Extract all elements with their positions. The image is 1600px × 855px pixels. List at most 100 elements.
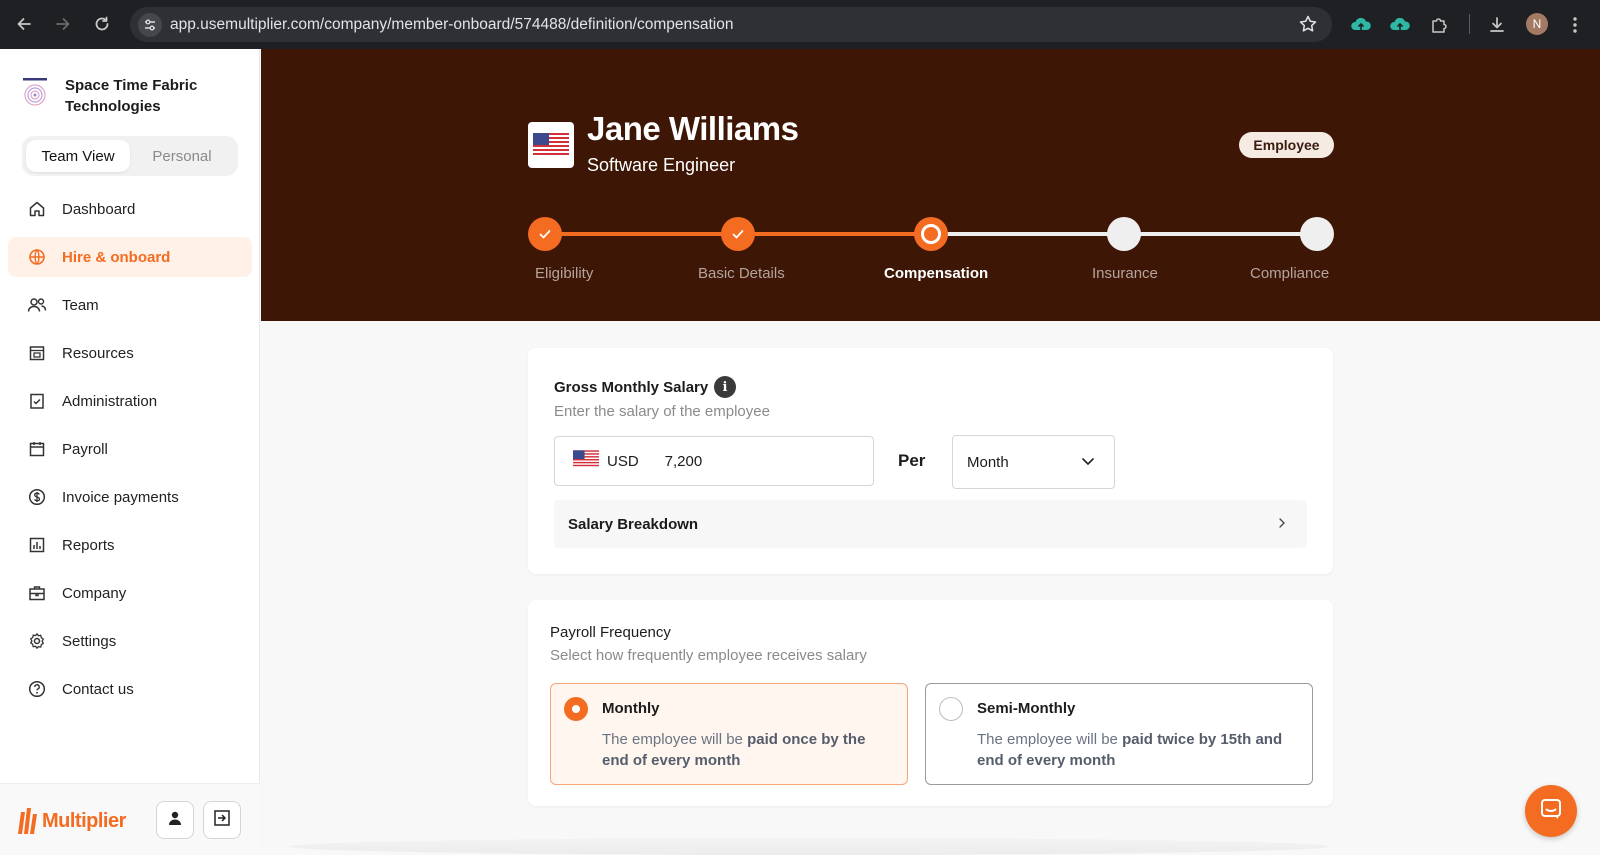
chat-icon [1539, 797, 1563, 826]
address-bar[interactable]: app.usemultiplier.com/company/member-onb… [130, 7, 1332, 42]
step-compliance-dot [1300, 217, 1334, 251]
reload-icon[interactable] [90, 12, 114, 36]
sidebar-item-label: Team [62, 296, 99, 314]
sidebar-item-hire-onboard[interactable]: Hire & onboard [8, 237, 252, 277]
step-label-basic-details[interactable]: Basic Details [698, 265, 785, 282]
user-icon [167, 810, 183, 831]
sidebar-item-invoice-payments[interactable]: Invoice payments [8, 477, 252, 517]
logout-button[interactable] [203, 801, 241, 839]
chart-icon [26, 534, 48, 556]
gear-icon [26, 630, 48, 652]
back-icon[interactable] [12, 12, 36, 36]
payroll-subtitle: Select how frequently employee receives … [550, 647, 867, 664]
salary-period-value: Month [967, 453, 1009, 471]
sidebar-item-label: Payroll [62, 440, 108, 458]
step-basic-details-check-icon[interactable] [721, 217, 755, 251]
onboarding-stepper: Eligibility Basic Details Compensation I… [528, 217, 1334, 287]
salary-subtitle: Enter the salary of the employee [554, 403, 770, 420]
option-description: The employee will be paid twice by 15th … [977, 731, 1283, 769]
profile-avatar[interactable]: N [1526, 13, 1548, 35]
home-icon [26, 198, 48, 220]
team-view-tab[interactable]: Team View [26, 140, 130, 172]
sidebar-item-label: Settings [62, 632, 117, 650]
sidebar-item-settings[interactable]: Settings [8, 621, 252, 661]
sidebar-item-team[interactable]: Team [8, 285, 252, 325]
view-toggle: Team View Personal [22, 136, 238, 176]
next-card-shadow [290, 838, 1330, 855]
us-flag-icon [528, 122, 574, 168]
sidebar-item-label: Invoice payments [62, 488, 179, 506]
clipboard-check-icon [26, 390, 48, 412]
salary-breakdown-label: Salary Breakdown [568, 515, 699, 533]
bookmark-star-icon[interactable] [1298, 14, 1318, 39]
salary-amount-field[interactable]: USD [554, 436, 874, 486]
option-title: Semi-Monthly [977, 700, 1076, 717]
salary-period-select[interactable]: Month [952, 435, 1115, 489]
payroll-title: Payroll Frequency [550, 624, 671, 641]
sidebar-item-resources[interactable]: Resources [8, 333, 252, 373]
multiplier-mark-icon [18, 808, 37, 834]
currency-code[interactable]: USD [607, 453, 639, 470]
salary-title: Gross Monthly Salary [554, 379, 709, 396]
dollar-circle-icon [26, 486, 48, 508]
sidebar-nav: Dashboard Hire & onboard Team Resources … [8, 189, 252, 717]
radio-selected[interactable] [564, 697, 588, 721]
sidebar-item-label: Administration [62, 392, 158, 410]
chevron-right-icon [1275, 516, 1289, 534]
sidebar-item-label: Company [62, 584, 127, 602]
step-insurance-dot [1107, 217, 1141, 251]
personal-view-tab[interactable]: Personal [130, 140, 234, 172]
company-switcher[interactable]: Space Time Fabric Technologies [20, 77, 197, 115]
radio-unselected[interactable] [939, 697, 963, 721]
briefcase-icon [26, 582, 48, 604]
employee-name: Jane Williams [587, 110, 799, 147]
payroll-option-semi-monthly[interactable]: Semi-Monthly The employee will be paid t… [925, 683, 1313, 785]
help-icon [26, 678, 48, 700]
globe-icon [26, 246, 48, 268]
salary-card: Gross Monthly Salary i Enter the salary … [528, 348, 1333, 574]
toolbar-divider [1469, 14, 1470, 34]
sidebar-item-dashboard[interactable]: Dashboard [8, 189, 252, 229]
us-flag-icon [573, 449, 599, 473]
step-label-eligibility[interactable]: Eligibility [535, 265, 593, 282]
sidebar-item-contact-us[interactable]: Contact us [8, 669, 252, 709]
company-name: Space Time Fabric Technologies [65, 77, 198, 115]
calendar-grid-icon [26, 342, 48, 364]
extensions-puzzle-icon[interactable] [1426, 12, 1452, 38]
url-text: app.usemultiplier.com/company/member-onb… [170, 16, 734, 33]
payroll-option-monthly[interactable]: Monthly The employee will be paid once b… [550, 683, 908, 785]
salary-breakdown-row[interactable]: Salary Breakdown [554, 500, 1307, 548]
sidebar-item-administration[interactable]: Administration [8, 381, 252, 421]
sidebar-footer: Multiplier [0, 783, 260, 855]
more-vertical-icon[interactable] [1562, 12, 1588, 38]
cloud-upload-extension-icon[interactable] [1387, 12, 1413, 38]
step-compensation-current-icon[interactable] [914, 217, 948, 251]
step-label-compensation[interactable]: Compensation [884, 265, 988, 282]
company-logo [20, 77, 50, 107]
chat-support-button[interactable] [1525, 785, 1577, 837]
multiplier-logo: Multiplier [16, 806, 126, 836]
forward-icon[interactable] [51, 12, 75, 36]
salary-amount-input[interactable] [664, 452, 815, 470]
sidebar-item-label: Dashboard [62, 200, 136, 218]
logout-icon [213, 809, 231, 832]
employee-type-badge: Employee [1239, 132, 1334, 158]
cloud-extension-icon[interactable] [1348, 12, 1374, 38]
option-title: Monthly [602, 700, 660, 717]
download-icon[interactable] [1484, 12, 1510, 38]
sidebar-item-label: Resources [62, 344, 134, 362]
payroll-frequency-card: Payroll Frequency Select how frequently … [528, 600, 1333, 806]
site-settings-icon[interactable] [138, 13, 162, 37]
step-eligibility-check-icon[interactable] [528, 217, 562, 251]
step-label-insurance: Insurance [1092, 265, 1158, 282]
calendar-icon [26, 438, 48, 460]
info-icon[interactable]: i [714, 376, 736, 398]
profile-button[interactable] [156, 801, 194, 839]
sidebar-item-company[interactable]: Company [8, 573, 252, 613]
chevron-down-icon [1080, 453, 1096, 473]
brand-name: Multiplier [42, 809, 126, 832]
browser-toolbar: app.usemultiplier.com/company/member-onb… [0, 0, 1600, 49]
sidebar-item-reports[interactable]: Reports [8, 525, 252, 565]
sidebar-item-payroll[interactable]: Payroll [8, 429, 252, 469]
sidebar-item-label: Reports [62, 536, 115, 554]
